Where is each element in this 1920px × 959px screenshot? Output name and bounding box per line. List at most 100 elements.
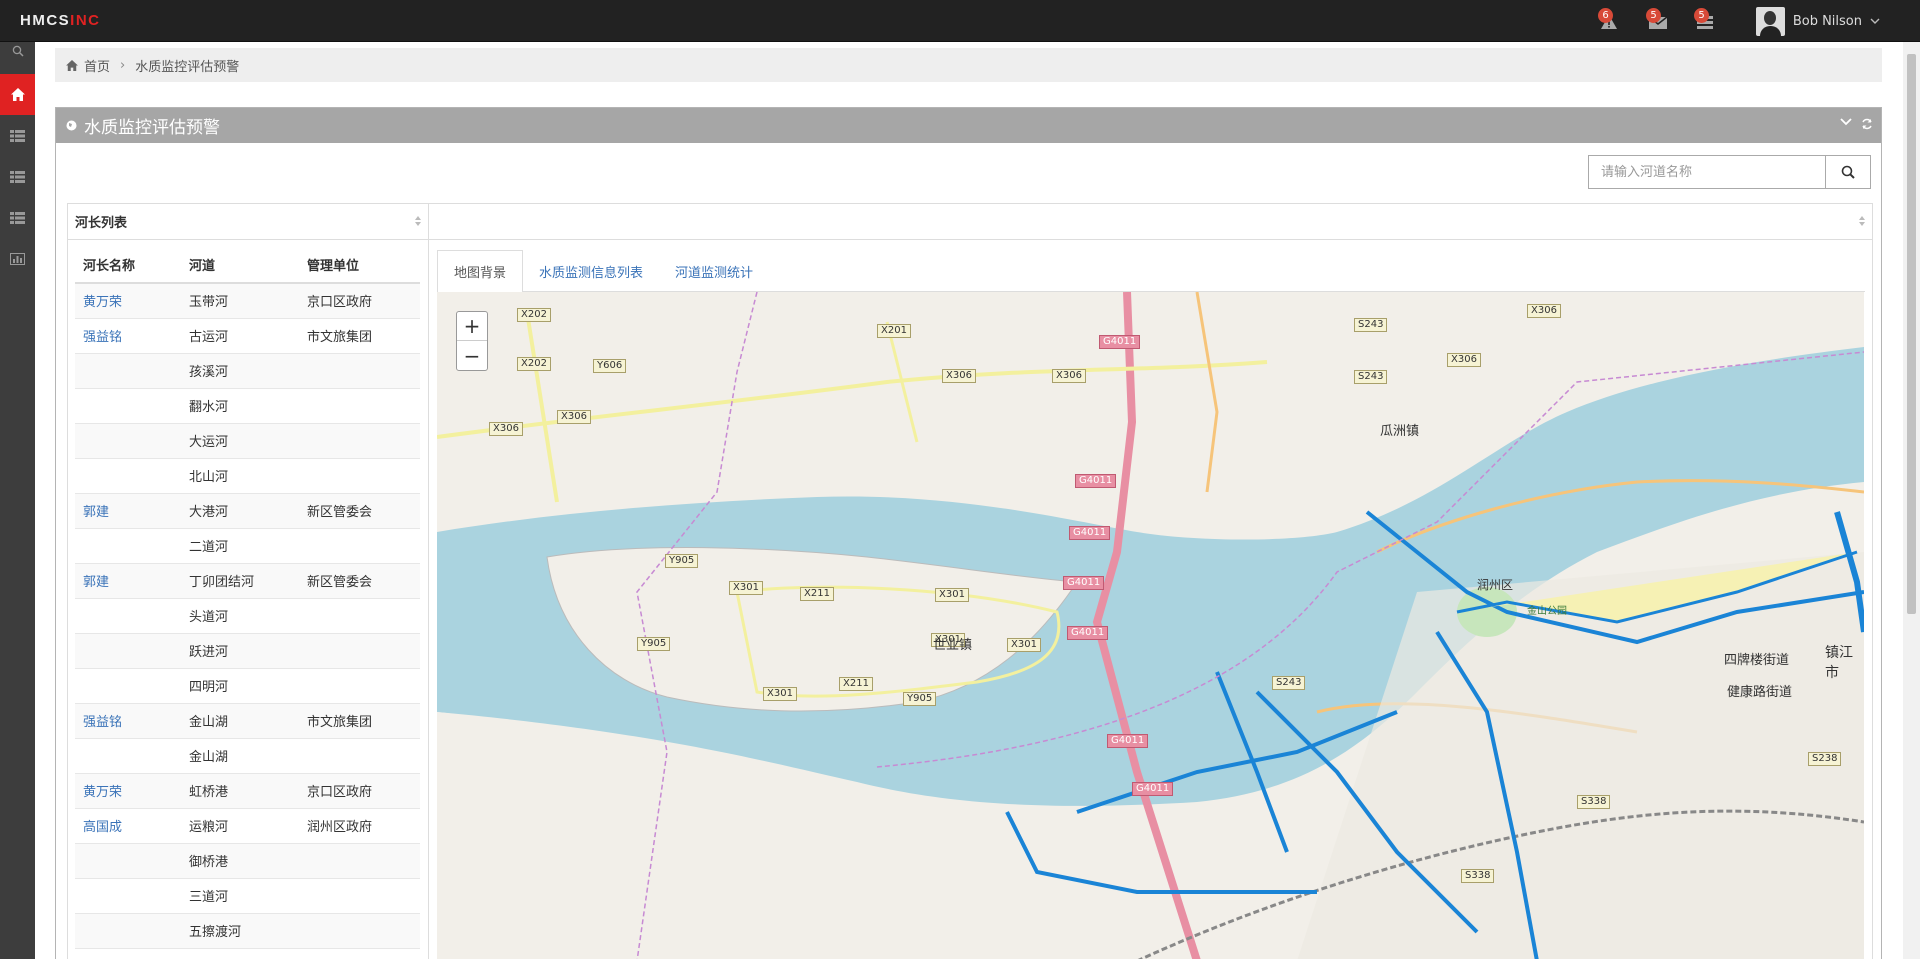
sidebar-item-grid-3[interactable] (0, 197, 35, 238)
map-road-label: X202 (517, 308, 551, 322)
table-row[interactable]: 金山湖 (75, 738, 420, 774)
grid-icon (10, 170, 25, 183)
sort-icon[interactable] (414, 215, 422, 227)
map-road-label: S338 (1577, 795, 1611, 809)
tab-river-statistics[interactable]: 河道监测统计 (659, 250, 769, 292)
river-name: 四明河 (181, 668, 299, 704)
brand-logo[interactable]: HMCSINC (20, 12, 101, 29)
tab-map-background[interactable]: 地图背景 (437, 250, 524, 293)
table-row[interactable]: 郭建 大港河 新区管委会 (75, 493, 420, 529)
table-row[interactable]: 二道河 (75, 528, 420, 564)
management-unit (299, 633, 420, 669)
table-row[interactable]: 强益铭 金山湖 市文旅集团 (75, 703, 420, 739)
table-row[interactable]: 高国成 运粮河 润州区政府 (75, 808, 420, 844)
map-road-label: Y606 (593, 359, 627, 373)
table-row[interactable]: 四明河 (75, 668, 420, 704)
map-base-layer (437, 292, 1864, 959)
sidebar-item-chart[interactable] (0, 238, 35, 279)
water-quality-portlet: 水质监控评估预警 河长列表 河长名称 河道 管理单位 黄万荣玉带河京口区政府强益… (55, 107, 1882, 959)
river-name: 运粮河 (181, 808, 299, 844)
sidebar-item-grid-2[interactable] (0, 156, 35, 197)
map-road-label: Y905 (903, 692, 937, 706)
notification-tasks-button[interactable]: 5 (1694, 8, 1720, 34)
river-chief-name (75, 423, 181, 459)
sidebar-item-home[interactable] (0, 74, 35, 115)
river-name: 大运河 (181, 423, 299, 459)
map-road-label: S338 (1461, 869, 1495, 883)
table-row[interactable]: 翻水河 (75, 388, 420, 424)
river-chief-table: 河长名称 河道 管理单位 黄万荣 玉带河 京口区政府 强益铭 古运河 市文旅集团 孩溪河 翻水… (75, 247, 420, 949)
map-road-label: S243 (1354, 370, 1388, 384)
home-icon (66, 59, 78, 71)
map-road-label: X306 (557, 410, 591, 424)
table-row[interactable]: 头道河 (75, 598, 420, 634)
breadcrumb-separator-icon: › (120, 57, 126, 73)
river-chief-name[interactable]: 强益铭 (75, 703, 181, 739)
notification-inbox-button[interactable]: 5 (1646, 8, 1672, 34)
notification-area: 6 5 5 (1598, 8, 1720, 34)
map-road-label: S243 (1354, 318, 1388, 332)
management-unit (299, 738, 420, 774)
globe-icon (66, 120, 77, 131)
reload-icon[interactable] (1861, 118, 1873, 130)
notification-badge: 5 (1646, 8, 1661, 23)
river-search (1588, 155, 1871, 189)
notification-warning-button[interactable]: 6 (1598, 8, 1624, 34)
map-zoom-control: + − (456, 311, 488, 371)
river-name: 北山河 (181, 458, 299, 494)
river-chief-name[interactable]: 郭建 (75, 563, 181, 599)
map-view[interactable]: X202 X202 Y606 X306 X306 X201 X306 X306 … (437, 292, 1864, 959)
column-header[interactable]: 河道 (181, 247, 299, 284)
sidebar-item-grid-1[interactable] (0, 115, 35, 156)
home-icon (10, 88, 25, 101)
map-town-label: 润州区 (1477, 578, 1514, 592)
table-row[interactable]: 黄万荣 虹桥港 京口区政府 (75, 773, 420, 809)
management-unit (299, 458, 420, 494)
map-road-label: G4011 (1132, 782, 1174, 796)
map-panel: 地图背景 水质监测信息列表 河道监测统计 X202 X202 Y606 X306… (429, 203, 1873, 959)
grid-icon (10, 129, 25, 142)
column-header[interactable]: 管理单位 (299, 247, 420, 284)
chevron-down-icon (1870, 18, 1880, 24)
table-row[interactable]: 孩溪河 (75, 353, 420, 389)
river-chief-name (75, 843, 181, 879)
table-row[interactable]: 三道河 (75, 878, 420, 914)
river-name: 古运河 (181, 318, 299, 354)
notification-badge: 6 (1598, 8, 1613, 23)
river-chief-name[interactable]: 强益铭 (75, 318, 181, 354)
management-unit (299, 528, 420, 564)
column-header[interactable]: 河长名称 (75, 247, 181, 284)
river-chief-name[interactable]: 黄万荣 (75, 283, 181, 319)
management-unit (299, 353, 420, 389)
table-row[interactable]: 郭建 丁卯团结河 新区管委会 (75, 563, 420, 599)
zoom-in-button[interactable]: + (457, 312, 487, 341)
page-scrollbar[interactable] (1903, 42, 1920, 959)
search-button[interactable] (1825, 155, 1871, 189)
scrollbar-thumb[interactable] (1907, 54, 1916, 614)
table-row[interactable]: 跃进河 (75, 633, 420, 669)
table-row[interactable]: 北山河 (75, 458, 420, 494)
river-chief-name[interactable]: 郭建 (75, 493, 181, 529)
tab-water-quality-list[interactable]: 水质监测信息列表 (523, 250, 659, 292)
river-chief-name (75, 353, 181, 389)
table-row[interactable]: 御桥港 (75, 843, 420, 879)
table-row[interactable]: 五擦渡河 (75, 913, 420, 949)
avatar (1755, 6, 1785, 36)
top-navbar: HMCSINC 6 5 5 Bob Nilson (0, 0, 1920, 42)
river-search-input[interactable] (1588, 155, 1825, 189)
table-row[interactable]: 大运河 (75, 423, 420, 459)
zoom-out-button[interactable]: − (457, 341, 487, 370)
management-unit: 市文旅集团 (299, 318, 420, 354)
user-menu[interactable]: Bob Nilson (1755, 6, 1880, 36)
sort-icon[interactable] (1858, 215, 1866, 227)
sidebar-search-button[interactable] (0, 42, 35, 60)
table-row[interactable]: 强益铭 古运河 市文旅集团 (75, 318, 420, 354)
collapse-icon[interactable] (1840, 118, 1852, 126)
map-road-label: X306 (489, 422, 523, 436)
management-unit: 京口区政府 (299, 773, 420, 809)
river-chief-name[interactable]: 高国成 (75, 808, 181, 844)
breadcrumb-home-link[interactable]: 首页 (84, 56, 110, 75)
river-chief-name[interactable]: 黄万荣 (75, 773, 181, 809)
table-row[interactable]: 黄万荣 玉带河 京口区政府 (75, 283, 420, 319)
map-road-label: X306 (1052, 369, 1086, 383)
